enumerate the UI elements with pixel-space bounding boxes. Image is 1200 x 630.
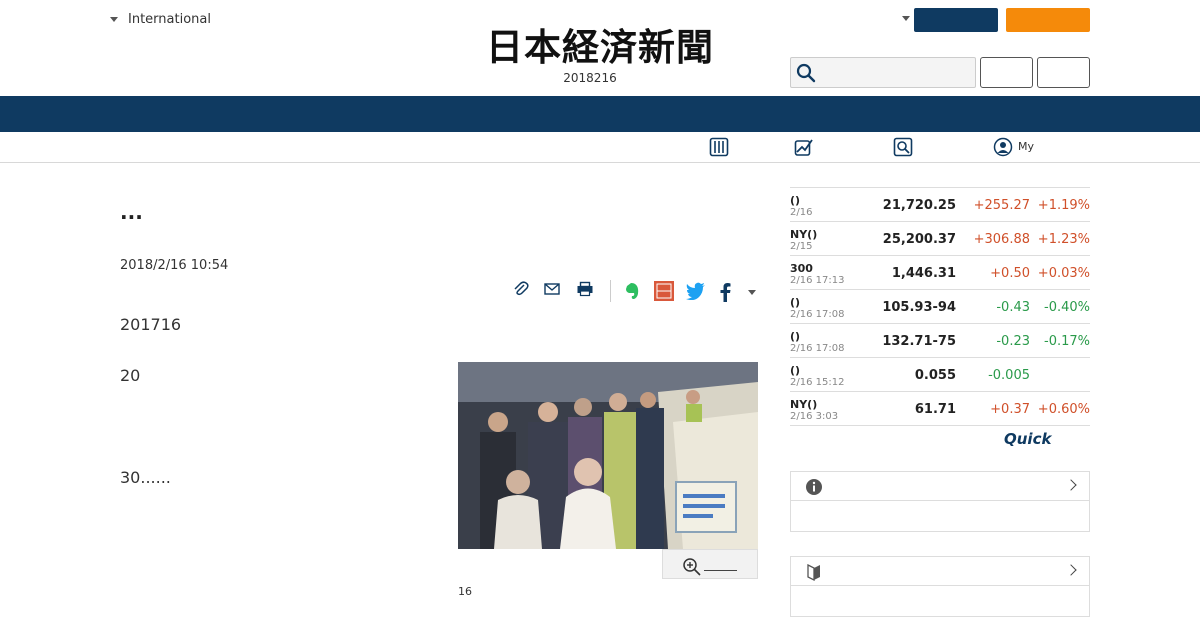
market-name: () <box>790 330 801 343</box>
photo-zoom-bar[interactable] <box>662 549 758 579</box>
chevron-right-icon <box>1065 564 1077 576</box>
market-name: NY() <box>790 228 818 241</box>
market-percent: +0.03% <box>1037 266 1090 281</box>
market-change: -0.43 <box>996 300 1030 315</box>
zoom-in-icon[interactable] <box>682 557 702 577</box>
market-percent: +1.19% <box>1037 198 1090 213</box>
beginner-box <box>790 556 1090 617</box>
crowd-photo-illustration <box>458 362 758 549</box>
article-paragraph: 20 <box>120 366 141 385</box>
chevron-down-icon <box>110 17 118 22</box>
share-divider <box>610 280 611 302</box>
beginner-mark-icon <box>807 563 820 581</box>
market-change: +0.37 <box>990 402 1030 417</box>
info-box-header[interactable] <box>791 472 1089 501</box>
market-change: -0.23 <box>996 334 1030 349</box>
zoom-underline <box>704 570 737 571</box>
beginner-box-header[interactable] <box>791 557 1089 586</box>
site-logo[interactable]: 日本経済新聞 <box>452 26 748 68</box>
subscribe-button[interactable] <box>1006 8 1090 32</box>
market-name: NY() <box>790 398 818 411</box>
article-photo[interactable] <box>458 362 758 549</box>
main-nav <box>0 96 1200 132</box>
site-header: International 日本経済新聞 2018216 <box>0 0 1200 96</box>
search-icon[interactable] <box>796 63 816 83</box>
edition-label: International <box>128 12 211 27</box>
market-change: +306.88 <box>973 232 1030 247</box>
edition-date: 2018216 <box>563 71 617 85</box>
come-icon[interactable] <box>654 281 674 301</box>
market-row[interactable]: () 2/16 21,720.25 +255.27 +1.19% <box>790 188 1090 222</box>
my-page-label[interactable]: My <box>1018 140 1034 153</box>
article-paragraph: 201716 <box>120 315 182 334</box>
clip-icon[interactable] <box>512 280 530 298</box>
market-name: 300 <box>790 262 813 275</box>
market-value: 21,720.25 <box>882 198 956 213</box>
share-more-icon[interactable] <box>748 290 756 295</box>
market-time: 2/16 15:12 <box>790 377 845 388</box>
chevron-down-icon[interactable] <box>902 16 910 21</box>
header-button-2[interactable] <box>1037 57 1090 88</box>
market-time: 2/16 17:08 <box>790 343 845 354</box>
market-value: 1,446.31 <box>891 266 956 281</box>
market-time: 2/16 17:08 <box>790 309 845 320</box>
market-value: 61.71 <box>914 402 956 417</box>
market-name: () <box>790 194 801 207</box>
market-row[interactable]: () 2/16 17:08 105.93-94 -0.43 -0.40% <box>790 290 1090 324</box>
market-change: -0.005 <box>988 368 1030 383</box>
market-value: 25,200.37 <box>882 232 956 247</box>
market-name: () <box>790 364 801 377</box>
print-icon[interactable] <box>576 280 594 298</box>
twitter-icon[interactable] <box>686 282 706 300</box>
market-time: 2/16 3:03 <box>790 411 839 422</box>
market-change: +255.27 <box>973 198 1030 213</box>
market-row[interactable]: 300 2/16 17:13 1,446.31 +0.50 +0.03% <box>790 256 1090 290</box>
market-time: 2/16 17:13 <box>790 275 845 286</box>
user-icon[interactable] <box>993 137 1013 157</box>
edition-selector[interactable]: International <box>110 12 211 27</box>
article-paragraph: 30...... <box>120 468 171 487</box>
market-table: () 2/16 21,720.25 +255.27 +1.19% NY() 2/… <box>790 187 1090 426</box>
market-row[interactable]: () 2/16 17:08 132.71-75 -0.23 -0.17% <box>790 324 1090 358</box>
evernote-icon[interactable] <box>622 281 642 301</box>
article-headline: ... <box>120 200 143 224</box>
market-percent: +1.23% <box>1037 232 1090 247</box>
header-button-1[interactable] <box>980 57 1033 88</box>
market-row[interactable]: NY() 2/15 25,200.37 +306.88 +1.23% <box>790 222 1090 256</box>
market-row[interactable]: () 2/16 15:12 0.055 -0.005 <box>790 358 1090 392</box>
photo-caption: 16 <box>458 585 472 598</box>
login-button[interactable] <box>914 8 998 32</box>
facebook-icon[interactable] <box>718 282 732 302</box>
market-change: +0.50 <box>990 266 1030 281</box>
info-icon <box>806 479 822 495</box>
quick-logo[interactable]: Quick <box>1004 430 1051 448</box>
market-percent: -0.17% <box>1044 334 1090 349</box>
market-percent: +0.60% <box>1037 402 1090 417</box>
market-value: 132.71-75 <box>882 334 956 349</box>
paper-icon[interactable] <box>709 137 729 157</box>
chart-icon[interactable] <box>794 137 814 157</box>
market-time: 2/16 <box>790 207 813 218</box>
market-name: () <box>790 296 801 309</box>
mail-icon[interactable] <box>543 280 561 298</box>
market-value: 0.055 <box>914 368 956 383</box>
market-percent: -0.40% <box>1044 300 1090 315</box>
article-timestamp: 2018/2/16 10:54 <box>120 258 229 273</box>
market-row[interactable]: NY() 2/16 3:03 61.71 +0.37 +0.60% <box>790 392 1090 426</box>
market-value: 105.93-94 <box>882 300 956 315</box>
search-input[interactable] <box>822 60 972 85</box>
info-box <box>790 471 1090 532</box>
search-news-icon[interactable] <box>893 137 913 157</box>
chevron-right-icon <box>1065 479 1077 491</box>
market-time: 2/15 <box>790 241 813 252</box>
